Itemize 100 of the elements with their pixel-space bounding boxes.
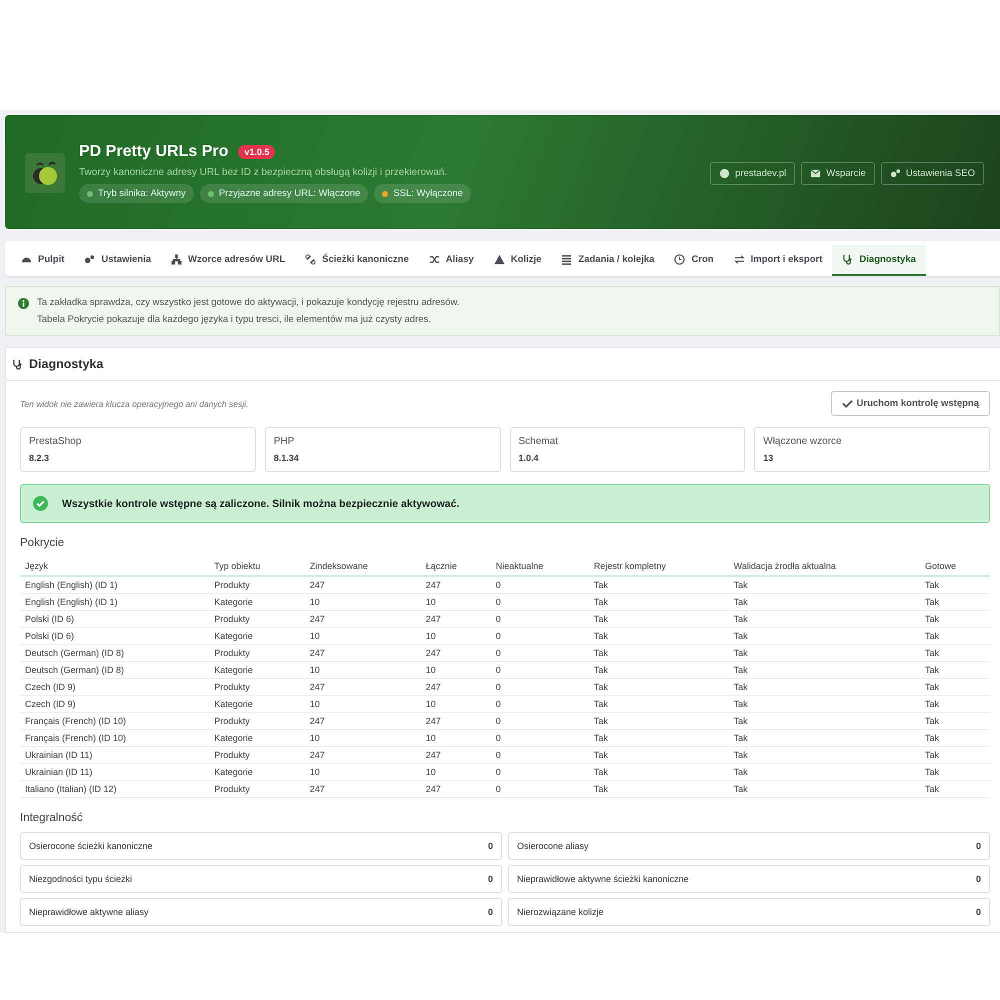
table-cell: 247 (420, 712, 491, 730)
column-header: Typ obiektu (209, 557, 305, 576)
header-button[interactable]: prestadev.pl (710, 162, 796, 184)
table-cell: 0 (490, 746, 589, 764)
tab[interactable]: Pulpit (11, 245, 74, 276)
tab-icon (674, 254, 686, 265)
tab[interactable]: Zadania / kolejka (551, 245, 664, 276)
table-cell: Czech (ID 9) (20, 696, 210, 712)
table-cell: 247 (304, 780, 421, 798)
tab[interactable]: Ustawienia (74, 245, 162, 276)
tab[interactable]: Diagnostyka (832, 245, 926, 276)
table-cell: 0 (490, 764, 589, 780)
table-cell: Tak (920, 696, 990, 712)
table-cell: Ukrainian (ID 11) (20, 746, 210, 764)
table-cell: Ukrainian (ID 11) (20, 764, 210, 780)
table-cell: 0 (490, 696, 589, 712)
table-cell: Kategorie (209, 696, 305, 712)
table-cell: 247 (304, 576, 421, 594)
tab[interactable]: Wzorce adresów URL (161, 245, 296, 276)
tab[interactable]: Ścieżki kanoniczne (295, 245, 419, 276)
table-cell: 247 (420, 644, 491, 662)
table-cell: Tak (728, 780, 920, 798)
table-cell: Tak (920, 712, 990, 730)
integrity-label: Osierocone aliasy (517, 841, 589, 851)
table-cell: Tak (728, 696, 920, 712)
table-cell: 247 (420, 610, 491, 628)
table-cell: Tak (588, 644, 729, 662)
table-cell: Tak (920, 628, 990, 644)
table-cell: 10 (304, 696, 421, 712)
app-title: PD Pretty URLs Pro (79, 143, 228, 161)
column-header: Zindeksowane (304, 557, 421, 576)
success-text: Wszystkie kontrole wstępne są zaliczone. Silnik można bezpiecznie aktywować. (62, 498, 460, 510)
table-cell: Tak (728, 746, 920, 764)
table-cell: 247 (304, 610, 421, 628)
table-cell: 10 (420, 662, 491, 678)
table-cell: Tak (920, 594, 990, 610)
table-cell: Tak (588, 746, 729, 764)
stat-value: 8.2.3 (29, 453, 50, 463)
button-icon (890, 168, 901, 178)
table-cell: Tak (728, 610, 920, 628)
column-header: Łącznie (420, 557, 491, 576)
integrity-count: 0 (976, 841, 981, 851)
column-header: Rejestr kompletny (588, 557, 729, 576)
app-subtitle: Tworzy kanoniczne adresy URL bez ID z bezpieczną obsługą kolizji i przekierowań. (79, 167, 448, 178)
integrity-count: 0 (488, 874, 493, 884)
table-cell: 10 (304, 628, 421, 644)
table-cell: Tak (588, 594, 729, 610)
stat-label: Schemat (518, 436, 559, 447)
tab-icon (428, 254, 440, 265)
check-circle-icon (33, 496, 48, 511)
table-cell: 247 (420, 678, 491, 696)
info-text: Ta zakładka sprawdza, czy wszystko jest gotowe do aktywacji, i pokazuje kondycję rejestru adresów. (37, 297, 460, 308)
header-button[interactable]: Ustawienia SEO (880, 162, 984, 184)
table-cell: 10 (304, 594, 421, 610)
column-header: Gotowe (920, 557, 990, 576)
integrity-count: 0 (976, 874, 981, 884)
table-cell: Tak (588, 712, 729, 730)
stethoscope-icon (12, 358, 23, 370)
table-cell: 10 (420, 764, 491, 780)
table-cell: Kategorie (209, 662, 305, 678)
table-cell: Polski (ID 6) (20, 628, 210, 644)
section-title: Pokrycie (20, 537, 66, 549)
table-cell: Tak (728, 678, 920, 696)
table-cell: Français (French) (ID 10) (20, 730, 210, 746)
table-cell: Polski (ID 6) (20, 610, 210, 628)
table-cell: Kategorie (209, 628, 305, 644)
table-cell: 0 (490, 712, 589, 730)
tab-icon (494, 254, 505, 265)
table-cell: Français (French) (ID 10) (20, 712, 210, 730)
table-cell: Tak (728, 712, 920, 730)
stat-value: 8.1.34 (274, 453, 300, 463)
integrity-label: Nieprawidłowe aktywne ścieżki kanoniczne (517, 874, 689, 884)
run-check-button[interactable]: Uruchom kontrolę wstępną (830, 391, 990, 416)
table-cell: Tak (920, 610, 990, 628)
stat-label: Włączone wzorce (763, 436, 843, 447)
table-cell: Tak (728, 764, 920, 780)
table-cell: Tak (920, 780, 990, 798)
table-cell: 10 (304, 764, 421, 780)
status-label: Tryb silnika: Aktywny (98, 188, 186, 199)
table-cell: Tak (920, 746, 990, 764)
table-cell: Tak (588, 628, 729, 644)
table-cell: 10 (420, 628, 491, 644)
table-cell: Tak (920, 764, 990, 780)
header-button[interactable]: Wsparcie (801, 162, 875, 184)
privacy-note: Ten widok nie zawiera klucza operacyjnego ani danych sesji. (20, 398, 248, 408)
column-header: Nieaktualne (490, 557, 589, 576)
column-header: Język (20, 557, 210, 576)
tab[interactable]: Cron (664, 245, 724, 276)
integrity-label: Nierozwiązane kolizje (517, 907, 604, 917)
table-cell: 247 (304, 644, 421, 662)
tab[interactable]: Kolizje (484, 245, 552, 276)
status-label: SSL: Wyłączone (393, 188, 463, 199)
tab[interactable]: Import i eksport (724, 245, 832, 276)
integrity-count: 0 (488, 841, 493, 851)
tab[interactable]: Aliasy (418, 245, 484, 276)
table-cell: Tak (588, 696, 729, 712)
table-cell: 247 (420, 746, 491, 764)
table-cell: 0 (490, 610, 589, 628)
tab-icon (734, 254, 745, 265)
table-cell: 247 (304, 712, 421, 730)
